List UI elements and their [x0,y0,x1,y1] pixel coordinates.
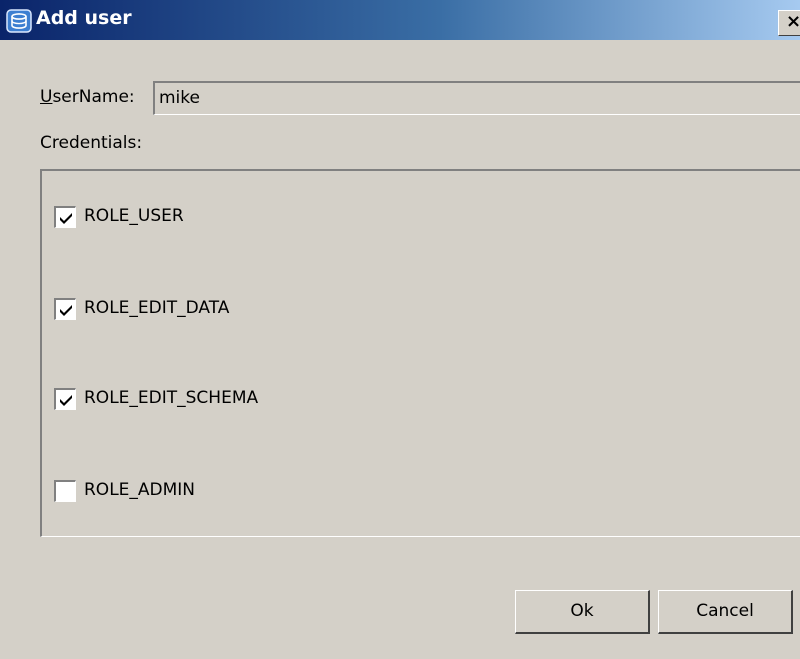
cancel-button[interactable]: Cancel [658,590,793,634]
role-checkbox[interactable] [54,480,76,502]
ok-button[interactable]: Ok [515,590,650,634]
username-label-mnemonic: U [40,87,53,107]
role-checkbox[interactable] [54,388,76,410]
username-input[interactable]: mike [153,81,800,115]
username-label-text: serName: [52,87,135,107]
title-bar[interactable]: Add user × [0,0,800,41]
close-button[interactable]: × [778,10,800,36]
role-label: ROLE_ADMIN [84,480,196,500]
username-label: UserName: [40,87,135,107]
role-label: ROLE_EDIT_DATA [84,298,230,318]
role-checkbox[interactable] [54,298,76,320]
checkmark-icon [60,395,72,406]
role-label: ROLE_USER [84,206,184,226]
role-label: ROLE_EDIT_SCHEMA [84,388,259,408]
window-title: Add user [36,7,132,29]
role-checkbox[interactable] [54,206,76,228]
checkmark-icon [60,213,72,224]
close-icon: × [786,11,800,32]
credentials-label: Credentials: [40,133,143,153]
app-icon [6,9,32,33]
checkmark-icon [60,305,72,316]
